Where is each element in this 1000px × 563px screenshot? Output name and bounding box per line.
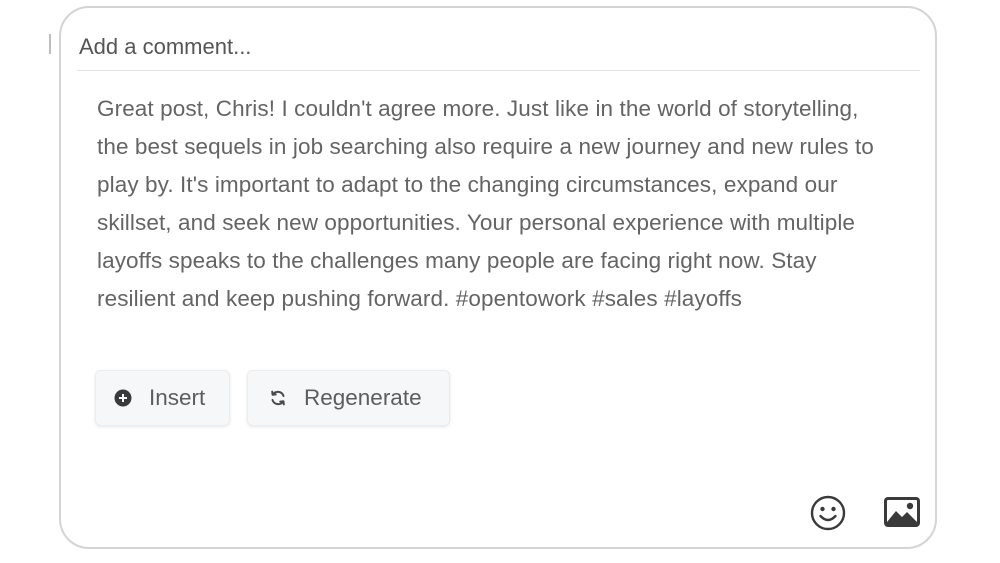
image-icon xyxy=(884,497,920,527)
insert-button-label: Insert xyxy=(149,385,206,410)
page: Great post, Chris! I couldn't agree more… xyxy=(0,0,1000,563)
regenerate-button[interactable]: Regenerate xyxy=(247,370,450,426)
emoji-icon xyxy=(810,495,846,531)
insert-button[interactable]: Insert xyxy=(95,370,230,426)
suggested-comment-text: Great post, Chris! I couldn't agree more… xyxy=(97,96,874,311)
emoji-button[interactable] xyxy=(809,494,847,532)
plus-circle-icon xyxy=(114,389,132,407)
text-cursor-mark xyxy=(49,34,51,54)
refresh-icon xyxy=(269,389,287,407)
image-button[interactable] xyxy=(882,494,922,530)
comment-box: Great post, Chris! I couldn't agree more… xyxy=(59,6,937,549)
comment-input[interactable] xyxy=(77,8,920,71)
regenerate-button-label: Regenerate xyxy=(304,385,422,410)
